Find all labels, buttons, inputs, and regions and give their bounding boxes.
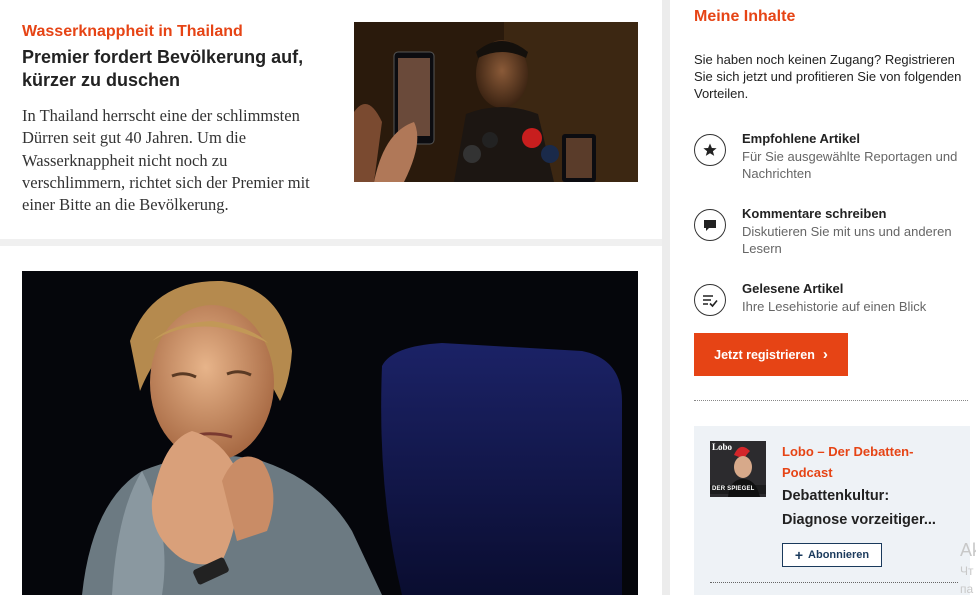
podcast-cover-brand: DER SPIEGEL (712, 486, 755, 492)
register-button[interactable]: Jetzt registrieren › (694, 333, 848, 376)
benefit-title: Kommentare schreiben (742, 206, 887, 221)
benefit-title: Empfohlene Artikel (742, 131, 860, 146)
merkel-photo (22, 271, 638, 595)
divider-dotted (694, 400, 968, 401)
article-teaser[interactable]: In Thailand herrscht eine der schlimmste… (22, 105, 332, 216)
article-headline[interactable]: Premier fordert Bevölkerung auf, kürzer … (22, 46, 322, 92)
article-image-merkel[interactable] (22, 271, 638, 595)
star-icon (694, 134, 726, 166)
benefit-history: Gelesene Artikel Ihre Lesehistorie auf e… (694, 281, 976, 324)
podcast-cover-label: Lobo (712, 442, 733, 452)
podcast-episode-title[interactable]: Debattenkultur: Diagnose vorzeitiger... (782, 484, 958, 532)
podcast-series[interactable]: Lobo – Der Debatten-Podcast (782, 441, 958, 483)
sidebar: Meine Inhalte Sie haben noch keinen Zuga… (670, 0, 976, 595)
register-button-label: Jetzt registrieren (714, 347, 815, 362)
benefit-description: Diskutieren Sie mit uns und anderen Lese… (742, 224, 952, 256)
main-column: Wasserknappheit in Thailand Premier ford… (0, 0, 662, 595)
benefit-recommended: Empfohlene Artikel Für Sie ausgewählte R… (694, 131, 976, 181)
press-conference-photo (354, 22, 638, 182)
benefit-comments: Kommentare schreiben Diskutieren Sie mit… (694, 206, 976, 256)
benefit-description: Ihre Lesehistorie auf einen Blick (742, 299, 927, 314)
overlay-text: Чт (960, 564, 974, 578)
article-card-thailand[interactable]: Wasserknappheit in Thailand Premier ford… (0, 0, 662, 239)
plus-icon: + (794, 547, 804, 563)
chevron-right-icon: › (822, 346, 828, 363)
history-icon (694, 284, 726, 316)
comment-icon (694, 209, 726, 241)
article-kicker[interactable]: Wasserknappheit in Thailand (22, 23, 243, 41)
podcast-episode-title-line1: Debattenkultur: (782, 488, 890, 504)
column-divider (662, 0, 670, 595)
article-card-merkel[interactable] (0, 246, 662, 595)
benefit-description: Für Sie ausgewählte Reportagen und Nachr… (742, 149, 958, 181)
overlay-text: Ak (960, 540, 976, 560)
podcast-episode-title-line2: Diagnose vorzeitiger... (782, 512, 936, 528)
sidebar-intro: Sie haben noch keinen Zugang? Registrier… (694, 52, 962, 101)
podcast-teaser[interactable]: Lobo DER SPIEGEL Lobo – Der Debatten-Pod… (694, 426, 970, 595)
overlay-text: па (960, 582, 974, 595)
sidebar-title: Meine Inhalte (694, 8, 796, 25)
subscribe-button-label: Abonnieren (808, 549, 870, 561)
podcast-cover[interactable]: Lobo DER SPIEGEL (710, 441, 766, 497)
divider-dotted (710, 582, 958, 583)
article-image-press-conference[interactable] (354, 22, 638, 182)
benefit-title: Gelesene Artikel (742, 281, 844, 296)
subscribe-button[interactable]: + Abonnieren (782, 543, 882, 567)
